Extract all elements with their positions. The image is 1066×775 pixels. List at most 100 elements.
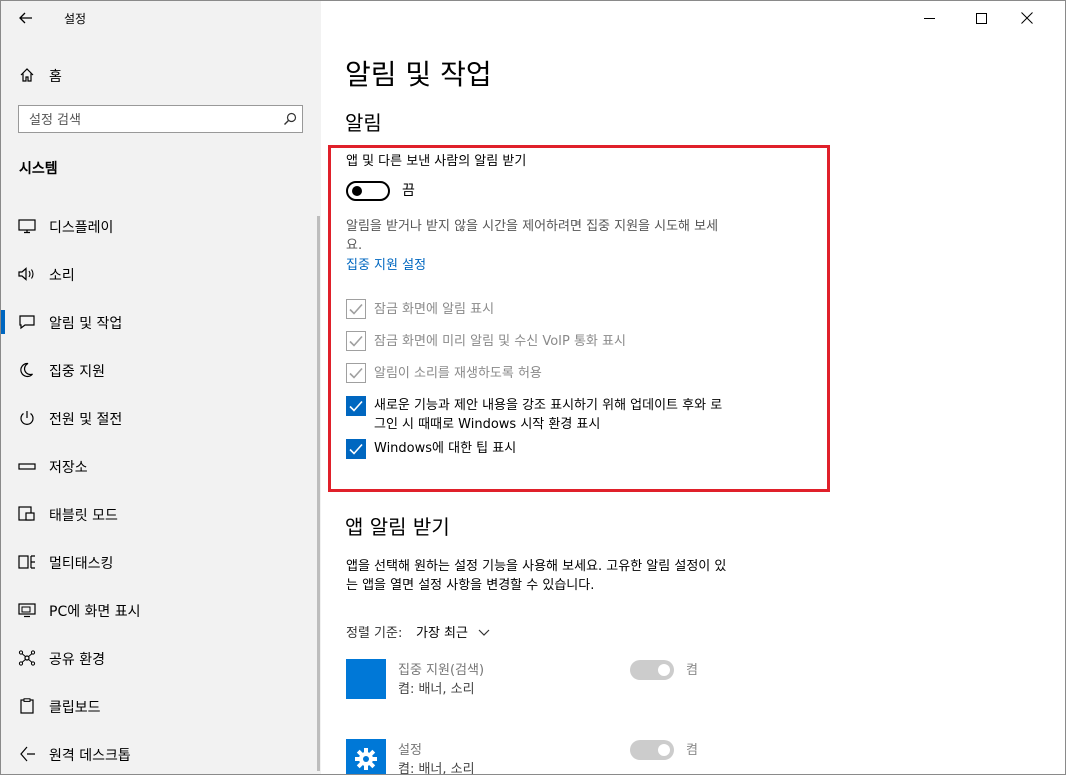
close-button[interactable] xyxy=(1003,1,1051,35)
minimize-icon xyxy=(923,17,935,19)
display-icon xyxy=(18,219,36,234)
checkmark-icon xyxy=(349,400,363,412)
app-name: 집중 지원(검색) xyxy=(398,663,485,678)
moon-icon xyxy=(20,362,33,378)
checkbox-label: 잠금 화면에 미리 알림 및 수신 VoIP 통화 표시 xyxy=(374,334,626,349)
get-notifications-label: 앱 및 다른 보낸 사람의 알림 받기 xyxy=(346,154,527,169)
sort-value: 가장 최근 xyxy=(416,626,468,641)
app-notifications-heading: 앱 알림 받기 xyxy=(345,515,450,539)
sort-dropdown[interactable]: 가장 최근 xyxy=(416,624,490,643)
close-icon xyxy=(1021,12,1033,24)
sidebar-item-label: 공유 환경 xyxy=(49,652,105,668)
chevron-down-icon xyxy=(478,629,490,636)
minimize-button[interactable] xyxy=(905,1,953,35)
search-input[interactable] xyxy=(27,109,271,131)
title-bar: 설정 xyxy=(1,1,321,35)
sort-label: 정렬 기준: xyxy=(346,626,403,641)
sidebar-item-label: 원격 데스크톱 xyxy=(49,748,131,764)
checkmark-icon xyxy=(349,443,363,455)
sidebar-item-label: PC에 화면 표시 xyxy=(49,604,141,620)
remote-desktop-icon xyxy=(20,746,35,762)
checkmark-icon xyxy=(349,335,363,347)
sidebar-item-label: 소리 xyxy=(49,268,75,284)
speaker-icon xyxy=(18,267,34,281)
notifications-heading: 알림 xyxy=(345,111,382,135)
app-toggle-focus-assist[interactable] xyxy=(630,660,674,680)
sidebar-item-label: 멀티태스킹 xyxy=(49,556,114,572)
app-tile-focus-assist[interactable] xyxy=(346,659,386,699)
multitasking-icon xyxy=(18,555,35,569)
sidebar: 설정 홈 시스템 디스플레이 소리 xyxy=(1,1,321,774)
power-icon xyxy=(20,411,34,425)
sidebar-item-home[interactable]: 홈 xyxy=(1,59,321,91)
description-line1: 앱을 선택해 원하는 설정 기능을 사용해 보세요. 고유한 알림 설정이 있 xyxy=(346,559,727,574)
checkbox-label: Windows에 대한 팁 표시 xyxy=(374,441,517,456)
maximize-icon xyxy=(975,12,987,24)
checkbox-notification-sounds[interactable] xyxy=(346,363,366,383)
sidebar-item-label: 전원 및 절전 xyxy=(49,412,123,428)
sidebar-nav: 디스플레이 소리 알림 및 작업 집중 지원 전원 및 절전 저장소 태블릿 모… xyxy=(1,202,321,774)
checkbox-welcome-experience[interactable] xyxy=(346,396,366,416)
app-status: 켬: 배너, 소리 xyxy=(398,682,475,697)
app-toggle-settings[interactable] xyxy=(630,740,674,760)
sidebar-item-label: 디스플레이 xyxy=(49,220,114,236)
app-toggle-label: 켬 xyxy=(686,663,698,678)
project-icon xyxy=(18,603,36,618)
sidebar-item-display[interactable]: 디스플레이 xyxy=(1,202,321,250)
sidebar-item-label: 클립보드 xyxy=(49,700,101,716)
sidebar-item-label: 태블릿 모드 xyxy=(49,508,118,524)
checkbox-lock-screen-notifications[interactable] xyxy=(346,299,366,319)
sidebar-item-project[interactable]: PC에 화면 표시 xyxy=(1,586,321,634)
sidebar-item-sound[interactable]: 소리 xyxy=(1,250,321,298)
sidebar-item-power[interactable]: 전원 및 절전 xyxy=(1,394,321,442)
focus-description-line1: 알림을 받거나 받지 않을 시간을 제어하려면 집중 지원을 시도해 보세 xyxy=(346,219,719,234)
app-tile-settings[interactable] xyxy=(346,739,386,774)
sidebar-item-clipboard[interactable]: 클립보드 xyxy=(1,682,321,730)
checkbox-lock-screen-reminders[interactable] xyxy=(346,331,366,351)
checkbox-label-line1: 새로운 기능과 제안 내용을 강조 표시하기 위해 업데이트 후와 로 xyxy=(374,398,723,413)
window-controls xyxy=(905,1,1065,35)
page-title: 알림 및 작업 xyxy=(345,58,492,91)
sidebar-item-label: 홈 xyxy=(49,69,62,85)
checkmark-icon xyxy=(349,303,363,315)
share-icon xyxy=(18,650,36,666)
sidebar-item-label: 집중 지원 xyxy=(49,364,105,380)
sidebar-item-shared-experiences[interactable]: 공유 환경 xyxy=(1,634,321,682)
sidebar-item-focus-assist[interactable]: 집중 지원 xyxy=(1,346,321,394)
arrow-left-icon xyxy=(19,12,32,24)
sidebar-item-storage[interactable]: 저장소 xyxy=(1,442,321,490)
focus-description-line2: 요. xyxy=(346,238,363,253)
checkbox-label: 잠금 화면에 알림 표시 xyxy=(374,302,495,317)
maximize-button[interactable] xyxy=(957,1,1005,35)
gear-icon xyxy=(355,748,377,770)
sidebar-item-label: 알림 및 작업 xyxy=(49,316,123,332)
checkmark-icon xyxy=(349,367,363,379)
checkbox-label: 알림이 소리를 재생하도록 허용 xyxy=(374,366,542,381)
sidebar-item-remote-desktop[interactable]: 원격 데스크톱 xyxy=(1,730,321,774)
checkbox-windows-tips[interactable] xyxy=(346,439,366,459)
search-icon[interactable] xyxy=(283,112,297,126)
section-label: 시스템 xyxy=(19,161,58,177)
home-icon xyxy=(20,68,34,82)
sidebar-item-notifications[interactable]: 알림 및 작업 xyxy=(1,298,321,346)
checkbox-label-line2: 그인 시 때때로 Windows 시작 환경 표시 xyxy=(374,417,601,432)
back-button[interactable] xyxy=(11,5,41,31)
app-name: 설정 xyxy=(398,743,422,758)
app-notifications-description: 앱을 선택해 원하는 설정 기능을 사용해 보세요. 고유한 알림 설정이 있 … xyxy=(346,557,806,595)
main-content: 알림 및 작업 알림 앱 및 다른 보낸 사람의 알림 받기 끔 알림을 받거나… xyxy=(321,1,1065,774)
sidebar-item-label: 저장소 xyxy=(49,460,88,476)
storage-icon xyxy=(18,463,36,470)
search-box xyxy=(18,105,303,133)
description-line2: 는 앱을 열면 설정 사항을 변경할 수 있습니다. xyxy=(346,578,595,593)
toggle-state-label: 끔 xyxy=(402,183,415,199)
focus-assist-settings-link[interactable]: 집중 지원 설정 xyxy=(346,256,426,275)
sidebar-item-multitasking[interactable]: 멀티태스킹 xyxy=(1,538,321,586)
focus-description: 알림을 받거나 받지 않을 시간을 제어하려면 집중 지원을 시도해 보세 요. xyxy=(346,217,806,255)
get-notifications-toggle[interactable] xyxy=(346,181,390,201)
app-toggle-label: 켬 xyxy=(686,743,698,758)
clipboard-icon xyxy=(20,698,34,714)
sidebar-item-tablet-mode[interactable]: 태블릿 모드 xyxy=(1,490,321,538)
notification-icon xyxy=(19,315,35,330)
sidebar-scrollbar[interactable] xyxy=(317,216,320,771)
settings-window: 설정 홈 시스템 디스플레이 소리 xyxy=(0,0,1066,775)
